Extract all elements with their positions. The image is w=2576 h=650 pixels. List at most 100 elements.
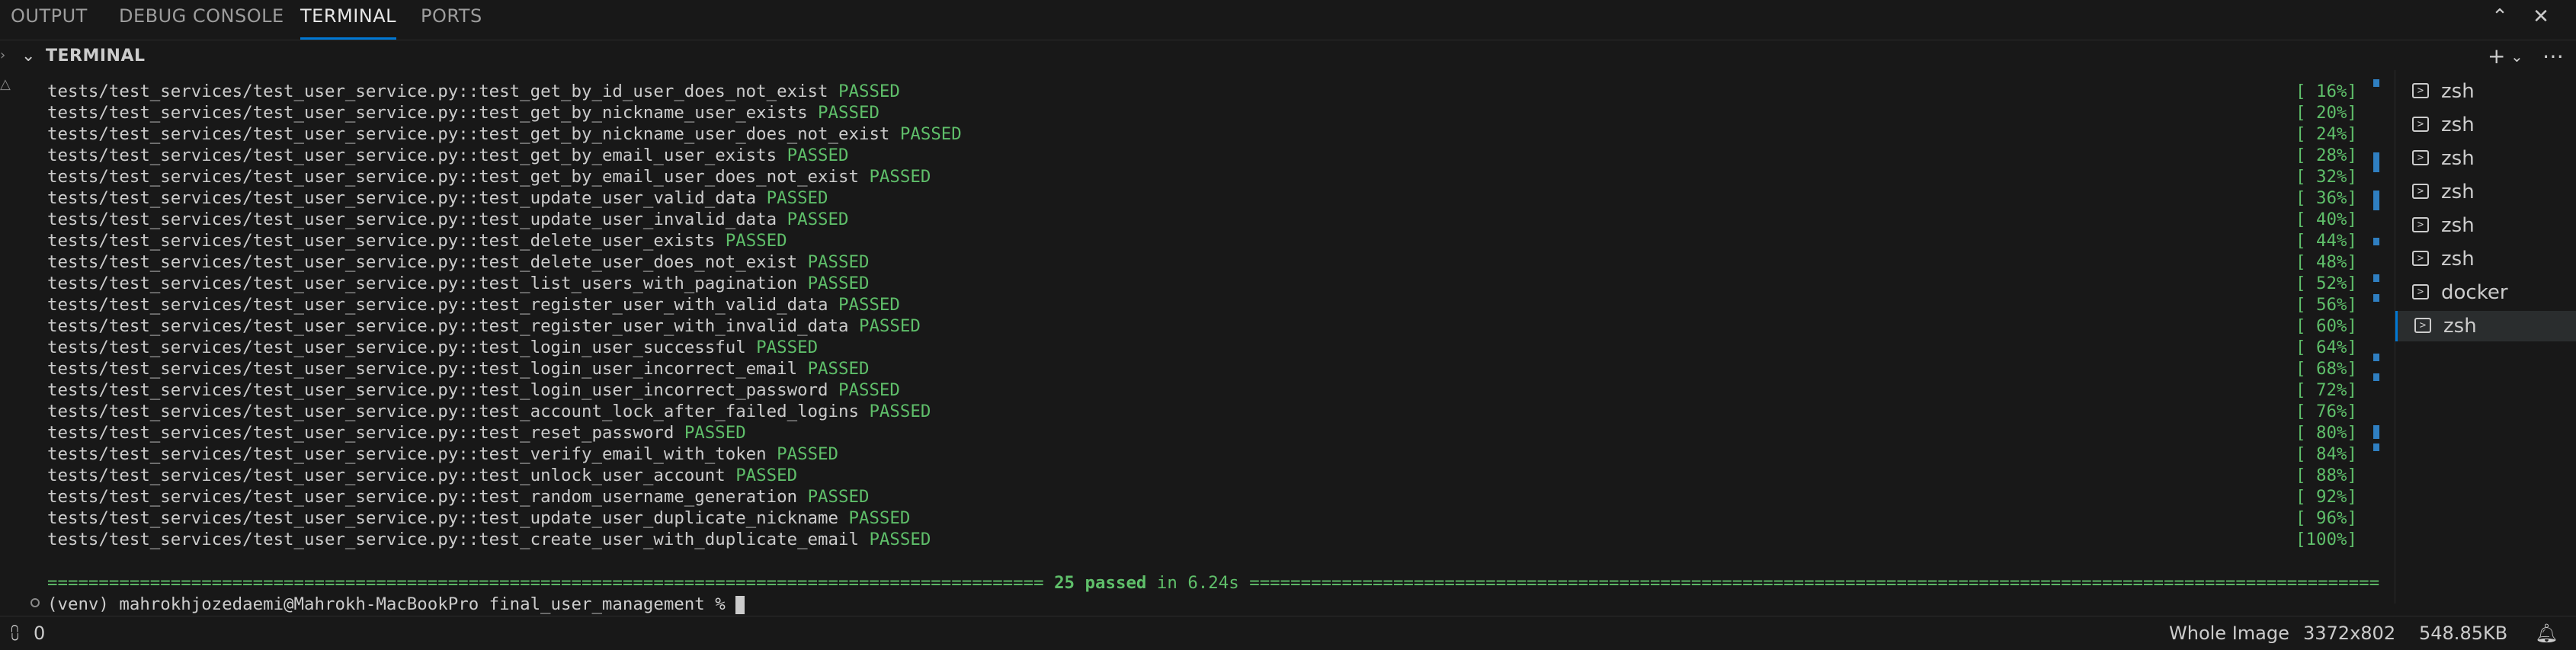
- terminal-icon: >: [2412, 184, 2429, 199]
- test-output-line: tests/test_services/test_user_service.py…: [47, 465, 797, 486]
- image-mode-label[interactable]: Whole Image: [2169, 616, 2289, 650]
- test-progress-percent: [ 28%]: [2296, 146, 2357, 165]
- test-progress-percent: [ 48%]: [2296, 252, 2357, 272]
- test-path: tests/test_services/test_user_service.py…: [47, 274, 479, 293]
- tab-debug-console[interactable]: DEBUG CONSOLE: [119, 0, 284, 40]
- terminal-instance-zsh[interactable]: > zsh: [2395, 177, 2576, 207]
- test-output-line: tests/test_services/test_user_service.py…: [47, 422, 746, 443]
- terminal-scrollbar[interactable]: [2373, 70, 2384, 604]
- test-progress-percent: [ 52%]: [2296, 274, 2357, 293]
- terminal-output[interactable]: tests/test_services/test_user_service.py…: [0, 70, 2393, 604]
- test-path: tests/test_services/test_user_service.py…: [47, 295, 479, 315]
- scroll-mark: [2373, 294, 2379, 302]
- test-name: test_update_user_invalid_data: [479, 210, 777, 229]
- test-result: PASSED: [838, 295, 900, 315]
- prompt-text: (venv) mahrokhjozedaemi@Mahrokh-MacBookP…: [47, 594, 736, 614]
- tab-terminal[interactable]: TERMINAL: [300, 0, 397, 40]
- scroll-mark: [2373, 152, 2379, 172]
- test-name: test_get_by_nickname_user_does_not_exist: [479, 124, 890, 144]
- terminal-instance-zsh[interactable]: > zsh: [2395, 244, 2576, 274]
- terminal-instance-zsh[interactable]: > zsh: [2395, 311, 2576, 341]
- test-progress-percent: [100%]: [2296, 530, 2357, 549]
- test-result: PASSED: [869, 530, 931, 549]
- terminal-instance-label: zsh: [2441, 248, 2475, 271]
- test-path: tests/test_services/test_user_service.py…: [47, 508, 479, 528]
- terminal-section-header[interactable]: ⌄ TERMINAL + ⌄ ⋯: [0, 43, 2576, 70]
- test-path: tests/test_services/test_user_service.py…: [47, 210, 479, 229]
- terminal-instance-label: zsh: [2443, 315, 2477, 338]
- test-progress-percent: [ 92%]: [2296, 487, 2357, 507]
- text-cursor: [735, 595, 745, 614]
- test-name: test_list_users_with_pagination: [479, 274, 798, 293]
- test-output-line: tests/test_services/test_user_service.py…: [47, 273, 869, 294]
- test-progress-percent: [ 20%]: [2296, 103, 2357, 123]
- test-result: PASSED: [807, 487, 870, 507]
- test-name: test_update_user_valid_data: [479, 188, 757, 208]
- test-result: PASSED: [756, 338, 819, 357]
- test-result: PASSED: [838, 380, 900, 400]
- test-path: tests/test_services/test_user_service.py…: [47, 103, 479, 123]
- chevron-up-icon[interactable]: ⌃: [2486, 3, 2514, 30]
- bell-icon[interactable]: 🔔︎: [2535, 616, 2558, 650]
- broadcast-icon[interactable]: ⩇: [11, 616, 19, 650]
- test-output-line: tests/test_services/test_user_service.py…: [47, 81, 900, 102]
- test-progress-percent: [ 88%]: [2296, 466, 2357, 485]
- tab-ports[interactable]: PORTS: [421, 0, 482, 40]
- scroll-mark: [2373, 354, 2379, 361]
- test-progress-percent: [ 84%]: [2296, 444, 2357, 464]
- test-name: test_random_username_generation: [479, 487, 798, 507]
- prompt-status-circle: [30, 598, 40, 607]
- shell-prompt[interactable]: (venv) mahrokhjozedaemi@Mahrokh-MacBookP…: [47, 594, 745, 615]
- test-progress-percent: [ 16%]: [2296, 82, 2357, 101]
- more-icon[interactable]: ⋯: [2542, 43, 2564, 70]
- test-progress-percent: [ 60%]: [2296, 316, 2357, 336]
- test-progress-percent: [ 68%]: [2296, 359, 2357, 379]
- scroll-mark: [2373, 373, 2379, 381]
- test-name: test_unlock_user_account: [479, 466, 726, 485]
- chevron-down-icon[interactable]: ⌄: [2510, 43, 2523, 70]
- tab-output[interactable]: OUTPUT: [11, 0, 88, 40]
- terminal-instance-label: docker: [2441, 281, 2508, 304]
- test-output-line: tests/test_services/test_user_service.py…: [47, 294, 900, 315]
- test-path: tests/test_services/test_user_service.py…: [47, 231, 479, 251]
- test-progress-percent: [ 40%]: [2296, 210, 2357, 229]
- test-name: test_get_by_id_user_does_not_exist: [479, 82, 828, 101]
- terminal-instance-label: zsh: [2441, 114, 2475, 136]
- test-name: test_login_user_incorrect_email: [479, 359, 798, 379]
- terminal-instance-zsh[interactable]: > zsh: [2395, 110, 2576, 140]
- test-output-line: tests/test_services/test_user_service.py…: [47, 358, 869, 379]
- test-progress-percent: [ 80%]: [2296, 423, 2357, 443]
- test-path: tests/test_services/test_user_service.py…: [47, 423, 479, 443]
- ports-count[interactable]: 0: [34, 616, 45, 650]
- test-output-line: tests/test_services/test_user_service.py…: [47, 187, 828, 209]
- terminal-instance-zsh[interactable]: > zsh: [2395, 210, 2576, 241]
- test-name: test_delete_user_does_not_exist: [479, 252, 798, 272]
- test-output-line: tests/test_services/test_user_service.py…: [47, 337, 818, 358]
- terminal-instance-zsh[interactable]: > zsh: [2395, 76, 2576, 107]
- test-output-line: tests/test_services/test_user_service.py…: [47, 379, 900, 401]
- test-output-line: tests/test_services/test_user_service.py…: [47, 401, 931, 422]
- test-result: PASSED: [735, 466, 798, 485]
- chevron-down-icon[interactable]: ⌄: [21, 43, 35, 70]
- test-result: PASSED: [787, 146, 849, 165]
- test-result: PASSED: [807, 359, 870, 379]
- close-icon[interactable]: ✕: [2527, 3, 2555, 30]
- terminal-section-title: TERMINAL: [46, 46, 146, 66]
- test-path: tests/test_services/test_user_service.py…: [47, 338, 479, 357]
- test-path: tests/test_services/test_user_service.py…: [47, 252, 479, 272]
- scroll-mark: [2373, 191, 2379, 210]
- test-path: tests/test_services/test_user_service.py…: [47, 380, 479, 400]
- test-progress-percent: [ 44%]: [2296, 231, 2357, 251]
- plus-icon[interactable]: +: [2488, 43, 2505, 70]
- terminal-instance-label: zsh: [2441, 214, 2475, 237]
- test-result: PASSED: [818, 103, 879, 123]
- terminal-instance-docker[interactable]: > docker: [2395, 277, 2576, 308]
- terminal-instance-zsh[interactable]: > zsh: [2395, 143, 2576, 174]
- test-name: test_create_user_with_duplicate_email: [479, 530, 859, 549]
- test-path: tests/test_services/test_user_service.py…: [47, 82, 479, 101]
- test-output-line: tests/test_services/test_user_service.py…: [47, 166, 931, 187]
- test-name: test_reset_password: [479, 423, 674, 443]
- test-path: tests/test_services/test_user_service.py…: [47, 146, 479, 165]
- test-result: PASSED: [777, 444, 839, 464]
- test-result: PASSED: [807, 274, 870, 293]
